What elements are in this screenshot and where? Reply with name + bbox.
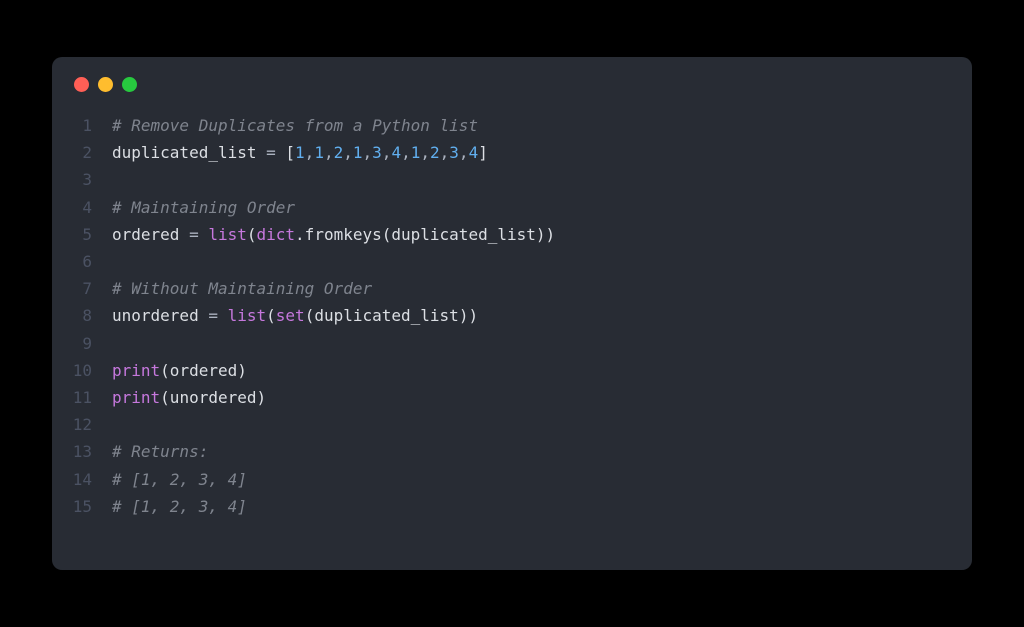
code-token: , bbox=[363, 143, 373, 162]
code-token: = bbox=[266, 143, 276, 162]
code-token: print bbox=[112, 361, 160, 380]
line-number: 13 bbox=[52, 438, 112, 465]
line-number: 1 bbox=[52, 112, 112, 139]
code-token: ( bbox=[266, 306, 276, 325]
line-number: 9 bbox=[52, 330, 112, 357]
code-token: 1 bbox=[295, 143, 305, 162]
code-content bbox=[112, 330, 972, 357]
code-content: unordered = list(set(duplicated_list)) bbox=[112, 302, 972, 329]
code-token: (ordered) bbox=[160, 361, 247, 380]
code-token: , bbox=[401, 143, 411, 162]
code-content: # [1, 2, 3, 4] bbox=[112, 493, 972, 520]
code-token: [ bbox=[276, 143, 295, 162]
code-content: # [1, 2, 3, 4] bbox=[112, 466, 972, 493]
code-token: , bbox=[343, 143, 353, 162]
code-token: 1 bbox=[353, 143, 363, 162]
code-content bbox=[112, 248, 972, 275]
code-token: ( bbox=[247, 225, 257, 244]
code-line: 10print(ordered) bbox=[52, 357, 972, 384]
line-number: 15 bbox=[52, 493, 112, 520]
code-token: 3 bbox=[372, 143, 382, 162]
code-token: 1 bbox=[411, 143, 421, 162]
code-token: = bbox=[189, 225, 199, 244]
line-number: 3 bbox=[52, 166, 112, 193]
code-line: 5ordered = list(dict.fromkeys(duplicated… bbox=[52, 221, 972, 248]
code-token: , bbox=[324, 143, 334, 162]
code-token: 3 bbox=[449, 143, 459, 162]
code-line: 12 bbox=[52, 411, 972, 438]
code-line: 8unordered = list(set(duplicated_list)) bbox=[52, 302, 972, 329]
code-token: unordered bbox=[112, 306, 208, 325]
code-token: 2 bbox=[430, 143, 440, 162]
code-token: = bbox=[208, 306, 218, 325]
code-token bbox=[199, 225, 209, 244]
line-number: 11 bbox=[52, 384, 112, 411]
code-token: # [1, 2, 3, 4] bbox=[112, 470, 247, 489]
code-token: print bbox=[112, 388, 160, 407]
code-content bbox=[112, 411, 972, 438]
minimize-icon[interactable] bbox=[98, 77, 113, 92]
code-token: (duplicated_list)) bbox=[305, 306, 478, 325]
code-token: ordered bbox=[112, 225, 189, 244]
line-number: 7 bbox=[52, 275, 112, 302]
line-number: 8 bbox=[52, 302, 112, 329]
code-content: print(ordered) bbox=[112, 357, 972, 384]
code-token: , bbox=[420, 143, 430, 162]
code-token: , bbox=[305, 143, 315, 162]
code-content: # Returns: bbox=[112, 438, 972, 465]
code-content: duplicated_list = [1,1,2,1,3,4,1,2,3,4] bbox=[112, 139, 972, 166]
code-token: 4 bbox=[391, 143, 401, 162]
line-number: 12 bbox=[52, 411, 112, 438]
code-token: list bbox=[228, 306, 267, 325]
code-token: , bbox=[382, 143, 392, 162]
code-token: , bbox=[459, 143, 469, 162]
code-token: (unordered) bbox=[160, 388, 266, 407]
code-line: 14# [1, 2, 3, 4] bbox=[52, 466, 972, 493]
code-line: 7# Without Maintaining Order bbox=[52, 275, 972, 302]
code-line: 1# Remove Duplicates from a Python list bbox=[52, 112, 972, 139]
window-titlebar bbox=[52, 57, 972, 102]
code-token: 1 bbox=[314, 143, 324, 162]
line-number: 4 bbox=[52, 194, 112, 221]
code-token bbox=[218, 306, 228, 325]
code-editor[interactable]: 1# Remove Duplicates from a Python list2… bbox=[52, 102, 972, 520]
code-token: set bbox=[276, 306, 305, 325]
line-number: 2 bbox=[52, 139, 112, 166]
maximize-icon[interactable] bbox=[122, 77, 137, 92]
code-content: # Without Maintaining Order bbox=[112, 275, 972, 302]
line-number: 14 bbox=[52, 466, 112, 493]
code-content: # Maintaining Order bbox=[112, 194, 972, 221]
code-token: ] bbox=[478, 143, 488, 162]
code-line: 11print(unordered) bbox=[52, 384, 972, 411]
line-number: 5 bbox=[52, 221, 112, 248]
code-line: 13# Returns: bbox=[52, 438, 972, 465]
code-token: , bbox=[440, 143, 450, 162]
code-line: 6 bbox=[52, 248, 972, 275]
code-token: list bbox=[208, 225, 247, 244]
code-line: 2duplicated_list = [1,1,2,1,3,4,1,2,3,4] bbox=[52, 139, 972, 166]
code-line: 15# [1, 2, 3, 4] bbox=[52, 493, 972, 520]
code-line: 9 bbox=[52, 330, 972, 357]
code-token: # [1, 2, 3, 4] bbox=[112, 497, 247, 516]
code-content: ordered = list(dict.fromkeys(duplicated_… bbox=[112, 221, 972, 248]
code-token: dict bbox=[257, 225, 296, 244]
code-token: # Returns: bbox=[112, 442, 208, 461]
code-token: .fromkeys(duplicated_list)) bbox=[295, 225, 555, 244]
line-number: 10 bbox=[52, 357, 112, 384]
code-token: # Without Maintaining Order bbox=[112, 279, 372, 298]
code-content: print(unordered) bbox=[112, 384, 972, 411]
code-token: duplicated_list bbox=[112, 143, 266, 162]
code-line: 3 bbox=[52, 166, 972, 193]
close-icon[interactable] bbox=[74, 77, 89, 92]
code-content bbox=[112, 166, 972, 193]
code-token: 4 bbox=[469, 143, 479, 162]
code-token: # Remove Duplicates from a Python list bbox=[112, 116, 478, 135]
code-window: 1# Remove Duplicates from a Python list2… bbox=[52, 57, 972, 570]
code-content: # Remove Duplicates from a Python list bbox=[112, 112, 972, 139]
code-token: # Maintaining Order bbox=[112, 198, 295, 217]
line-number: 6 bbox=[52, 248, 112, 275]
code-token: 2 bbox=[334, 143, 344, 162]
code-line: 4# Maintaining Order bbox=[52, 194, 972, 221]
